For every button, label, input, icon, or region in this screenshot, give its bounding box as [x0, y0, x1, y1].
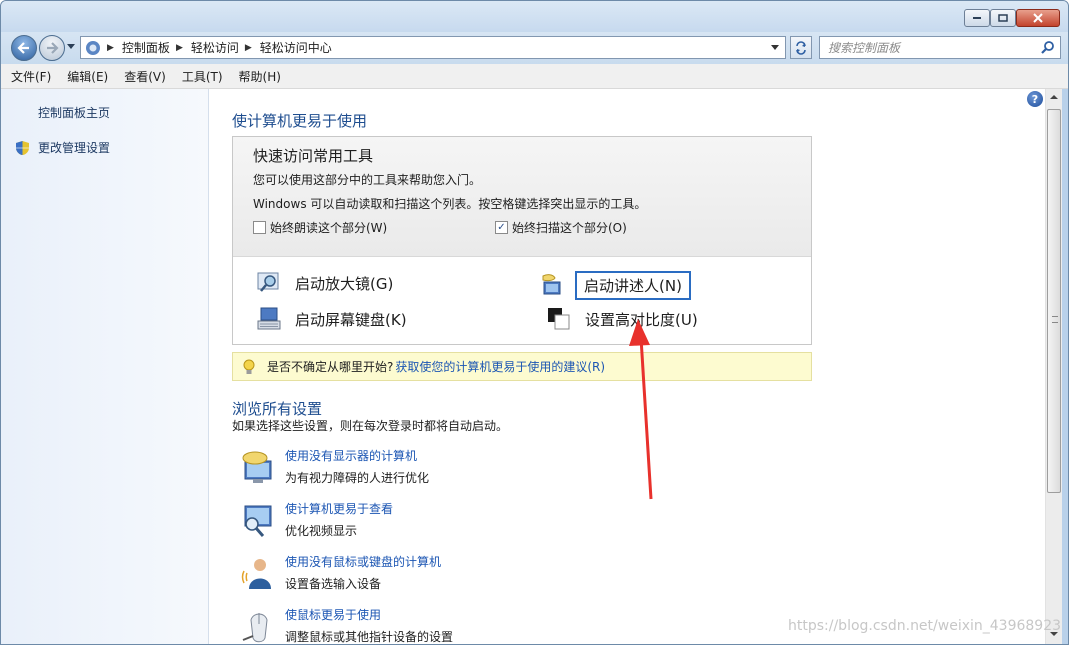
control-panel-home-link[interactable]: 控制面板主页	[38, 104, 110, 121]
quick-access-title: 快速访问常用工具	[253, 147, 374, 165]
forward-button[interactable]	[39, 35, 65, 61]
setting-mouse-easier[interactable]: 使鼠标更易于使用 调整鼠标或其他指针设备的设置	[241, 606, 741, 644]
vertical-scrollbar[interactable]	[1045, 89, 1062, 644]
breadcrumb-ease-of-access[interactable]: 轻松访问	[191, 39, 239, 56]
close-button[interactable]	[1016, 9, 1060, 27]
set-high-contrast-tool[interactable]: 设置高对比度(U)	[547, 307, 698, 331]
tip-bar: 是否不确定从哪里开始? 获取使您的计算机更易于使用的建议(R)	[232, 352, 812, 381]
recent-pages-dropdown[interactable]	[67, 44, 75, 49]
narrator-label: 启动讲述人(N)	[575, 271, 691, 300]
help-icon[interactable]: ?	[1027, 91, 1043, 107]
control-panel-window: ▶ 控制面板 ▶ 轻松访问 ▶ 轻松访问中心 搜索控制面板 文件(F) 编辑(E…	[0, 0, 1069, 645]
maximize-button[interactable]	[990, 9, 1016, 27]
quick-access-hint: Windows 可以自动读取和扫描这个列表。按空格键选择突出显示的工具。	[253, 197, 647, 211]
scan-section-checkbox[interactable]: ✓ 始终扫描这个部分(O)	[495, 219, 627, 236]
breadcrumb-control-panel[interactable]: 控制面板	[122, 39, 170, 56]
address-toolbar: ▶ 控制面板 ▶ 轻松访问 ▶ 轻松访问中心 搜索控制面板	[1, 32, 1068, 64]
monitor-magnifier-icon	[244, 505, 272, 537]
change-admin-settings-label: 更改管理设置	[38, 141, 111, 155]
menu-tools[interactable]: 工具(T)	[182, 68, 223, 85]
watermark: https://blog.csdn.net/weixin_43968923	[788, 618, 1062, 634]
narrator-icon	[542, 273, 561, 294]
search-icon[interactable]	[1040, 40, 1055, 55]
scan-section-label: 始终扫描这个部分(O)	[512, 221, 627, 235]
speech-monitor-icon	[242, 451, 272, 483]
breadcrumb-separator[interactable]: ▶	[176, 43, 183, 53]
address-dropdown[interactable]	[771, 45, 779, 50]
quick-access-panel: 快速访问常用工具 您可以使用这部分中的工具来帮助您入门。 Windows 可以自…	[232, 136, 812, 345]
scrollbar-grip	[1052, 316, 1058, 323]
read-section-checkbox[interactable]: 始终朗读这个部分(W)	[253, 219, 387, 236]
high-contrast-icon	[548, 308, 570, 330]
browse-settings-sub: 如果选择这些设置，则在每次登录时都将自动启动。	[232, 419, 509, 433]
breadcrumb-separator: ▶	[107, 42, 114, 53]
page-heading: 使计算机更易于使用	[232, 112, 368, 130]
back-button[interactable]	[11, 35, 37, 61]
minimize-button[interactable]	[964, 9, 990, 27]
browse-settings-heading: 浏览所有设置	[232, 400, 323, 418]
setting-no-display-desc: 为有视力障碍的人进行优化	[285, 471, 430, 485]
setting-easier-to-see-desc: 优化视频显示	[285, 524, 358, 538]
person-icon	[241, 559, 271, 589]
read-section-label: 始终朗读这个部分(W)	[270, 221, 388, 235]
setting-no-display-link[interactable]: 使用没有显示器的计算机	[285, 447, 417, 464]
caption-buttons	[964, 9, 1060, 27]
menu-edit[interactable]: 编辑(E)	[67, 68, 108, 85]
breadcrumb-ease-of-access-center[interactable]: 轻松访问中心	[260, 39, 332, 56]
minimize-icon	[973, 17, 981, 19]
get-recommendations-link[interactable]: 获取使您的计算机更易于使用的建议(R)	[395, 358, 605, 375]
refresh-icon	[796, 40, 806, 55]
title-bar[interactable]	[1, 1, 1068, 33]
search-box[interactable]: 搜索控制面板	[819, 36, 1061, 59]
menu-help[interactable]: 帮助(H)	[239, 68, 281, 85]
magnifier-label: 启动放大镜(G)	[295, 274, 394, 293]
checkbox-checked[interactable]: ✓	[495, 221, 508, 234]
setting-mouse-easier-desc: 调整鼠标或其他指针设备的设置	[285, 630, 454, 644]
keyboard-icon	[257, 307, 281, 330]
quick-access-intro: 您可以使用这部分中的工具来帮助您入门。	[253, 173, 482, 187]
checkbox-unchecked[interactable]	[253, 221, 266, 234]
address-bar[interactable]: ▶ 控制面板 ▶ 轻松访问 ▶ 轻松访问中心	[80, 36, 786, 59]
quick-access-header: 快速访问常用工具 您可以使用这部分中的工具来帮助您入门。 Windows 可以自…	[233, 137, 811, 257]
scrollbar-thumb[interactable]	[1047, 109, 1061, 493]
control-panel-icon	[86, 40, 100, 55]
search-placeholder: 搜索控制面板	[828, 41, 901, 55]
setting-easier-to-see-link[interactable]: 使计算机更易于查看	[285, 500, 393, 517]
setting-no-mouse-keyboard[interactable]: 使用没有鼠标或键盘的计算机 设置备选输入设备	[241, 553, 741, 599]
arrow-right-icon	[47, 42, 59, 54]
setting-no-display[interactable]: 使用没有显示器的计算机 为有视力障碍的人进行优化	[241, 447, 741, 493]
refresh-button[interactable]	[790, 36, 812, 59]
scroll-up-arrow[interactable]	[1050, 95, 1058, 99]
setting-easier-to-see[interactable]: 使计算机更易于查看 优化视频显示	[241, 500, 741, 546]
breadcrumb-separator[interactable]: ▶	[245, 43, 252, 53]
menu-view[interactable]: 查看(V)	[124, 68, 166, 85]
start-onscreen-keyboard-tool[interactable]: 启动屏幕键盘(K)	[257, 307, 407, 331]
task-sidebar: 控制面板主页 更改管理设置	[1, 89, 209, 644]
main-content: ? 使计算机更易于使用 快速访问常用工具 您可以使用这部分中的工具来帮助您入门。…	[209, 89, 1045, 644]
magnifier-icon	[257, 272, 279, 292]
shield-icon	[16, 140, 29, 155]
arrow-left-icon	[17, 42, 29, 54]
maximize-icon	[998, 14, 1008, 22]
setting-no-mouse-keyboard-desc: 设置备选输入设备	[285, 577, 382, 591]
setting-mouse-easier-link[interactable]: 使鼠标更易于使用	[285, 606, 381, 623]
lightbulb-icon	[243, 359, 255, 374]
setting-no-mouse-keyboard-link[interactable]: 使用没有鼠标或键盘的计算机	[285, 553, 441, 570]
keyboard-label: 启动屏幕键盘(K)	[295, 310, 407, 329]
high-contrast-label: 设置高对比度(U)	[585, 310, 698, 329]
mouse-icon	[242, 613, 268, 643]
close-icon	[1033, 13, 1043, 23]
tip-text: 是否不确定从哪里开始?	[267, 360, 394, 374]
menu-bar: 文件(F) 编辑(E) 查看(V) 工具(T) 帮助(H)	[1, 64, 1068, 89]
start-magnifier-tool[interactable]: 启动放大镜(G)	[257, 271, 393, 295]
start-narrator-tool[interactable]: 启动讲述人(N)	[541, 271, 691, 300]
change-admin-settings-link[interactable]: 更改管理设置	[15, 139, 110, 156]
menu-file[interactable]: 文件(F)	[11, 68, 51, 85]
